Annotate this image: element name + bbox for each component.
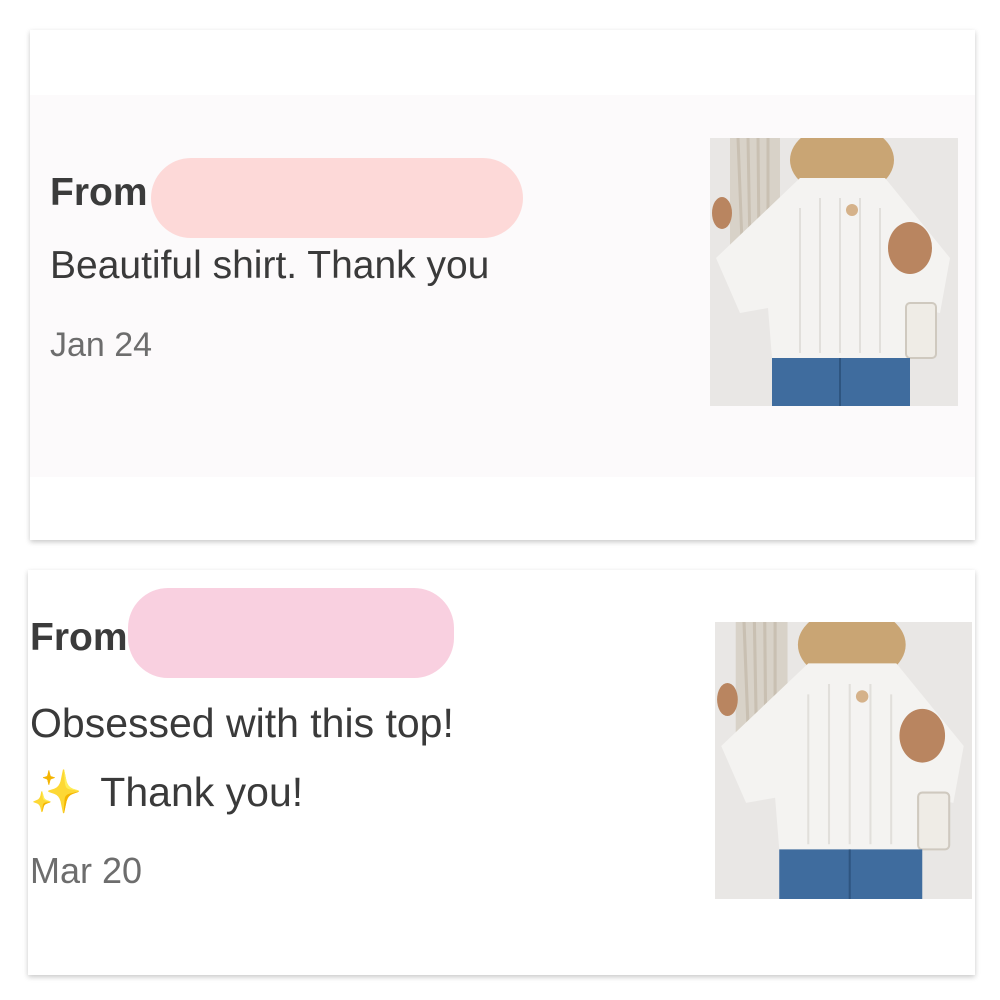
review-sender-row: From [50, 148, 523, 238]
sweater-photo-icon [715, 622, 972, 899]
sparkles-icon: ✨ [30, 768, 83, 815]
product-thumbnail[interactable] [715, 622, 972, 899]
review-message-line: Obsessed with this top! [30, 700, 454, 746]
review-message: Beautiful shirt. Thank you [50, 244, 490, 287]
review-message-text: Thank you! [100, 769, 304, 815]
sweater-photo-icon [710, 138, 958, 406]
product-thumbnail[interactable] [710, 138, 958, 406]
review-date: Jan 24 [50, 326, 153, 364]
review-date: Mar 20 [30, 850, 143, 891]
review-card[interactable]: From Obsessed with this top! ✨ Thank you… [28, 570, 975, 975]
from-label: From [50, 171, 148, 214]
review-card[interactable]: From Beautiful shirt. Thank you Jan 24 [30, 30, 975, 540]
redacted-sender-name [127, 588, 454, 678]
review-sender-row: From [30, 588, 454, 678]
review-message-line: ✨ Thank you! [30, 768, 303, 817]
from-label: From [30, 616, 128, 659]
redacted-sender-name [150, 158, 523, 238]
